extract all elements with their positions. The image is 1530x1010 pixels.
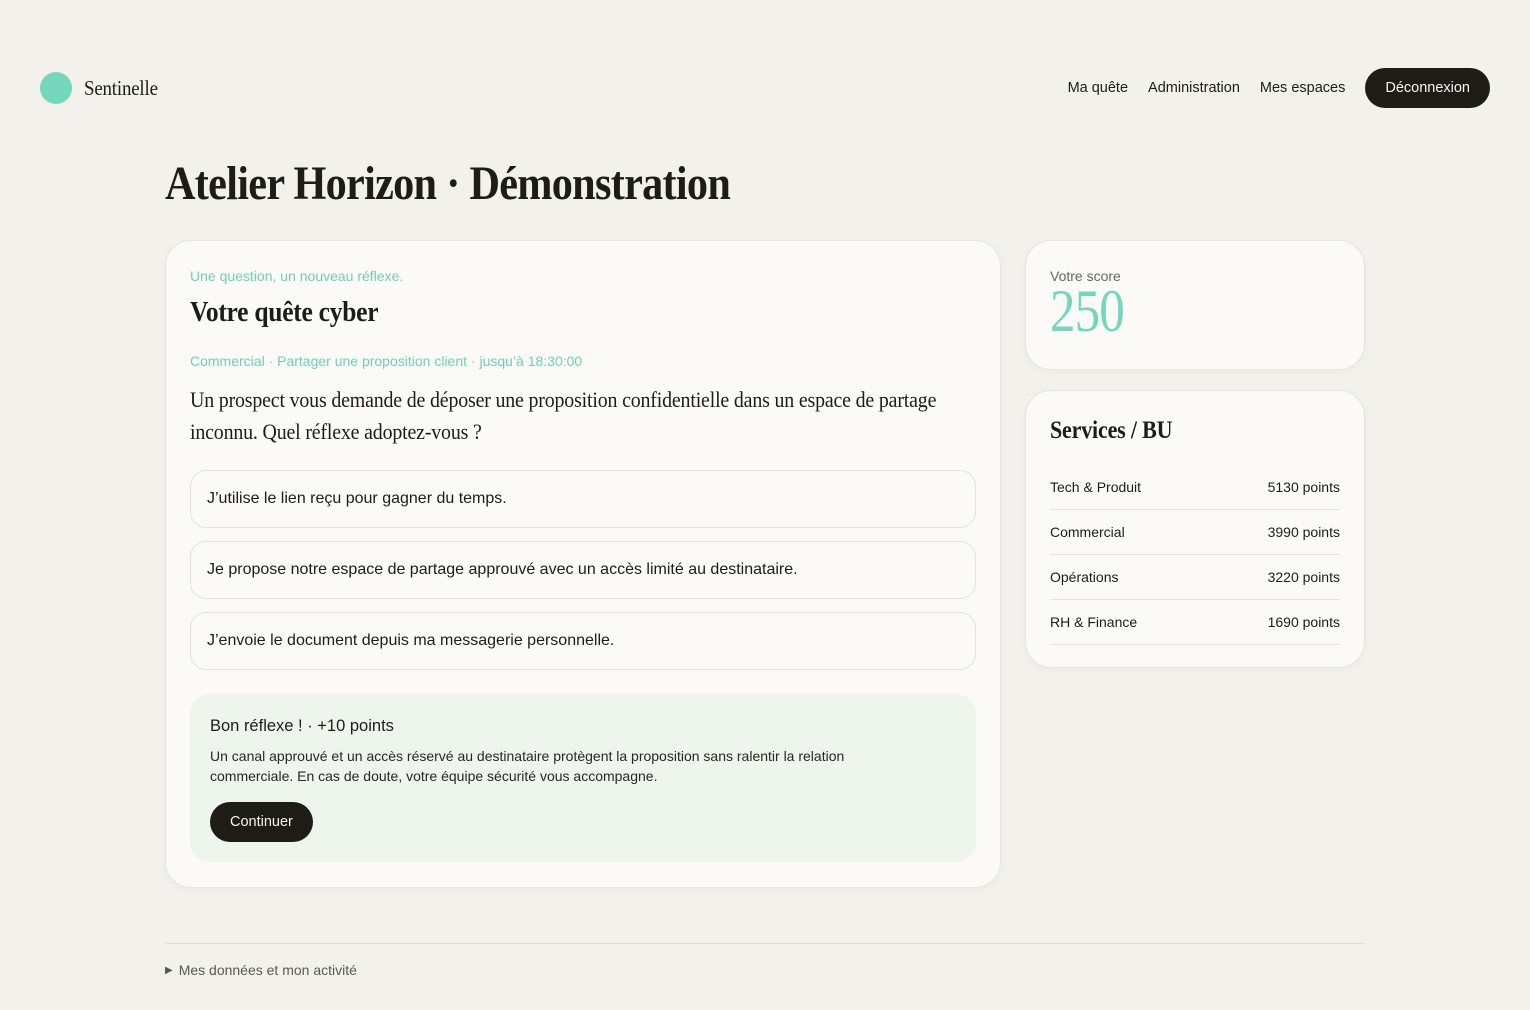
nav-link-administration[interactable]: Administration [1148,80,1240,96]
top-header: Sentinelle Ma quête Administration Mes e… [40,68,1490,108]
brand[interactable]: Sentinelle [40,72,166,104]
bu-list: Tech & Produit 5130 points Commercial 39… [1050,465,1340,645]
nav-link-mes-espaces[interactable]: Mes espaces [1260,80,1345,96]
feedback-title: Bon réflexe ! · +10 points [210,717,394,735]
answer-option-2[interactable]: Je propose notre espace de partage appro… [190,541,976,599]
bu-row: Tech & Produit 5130 points [1050,465,1340,510]
bu-row: RH & Finance 1690 points [1050,600,1340,645]
bu-leaderboard-card: Services / BU Tech & Produit 5130 points… [1025,390,1365,668]
brand-name: Sentinelle [84,75,158,100]
bu-row: Opérations 3220 points [1050,555,1340,600]
answer-option-3[interactable]: J’envoie le document depuis ma messageri… [190,612,976,670]
nav-link-ma-quete[interactable]: Ma quête [1068,80,1128,96]
score-value: 250 [1050,278,1125,344]
score-card: Votre score 250 [1025,240,1365,370]
bu-points: 1690 points [1267,614,1340,630]
answer-option-1[interactable]: J’utilise le lien reçu pour gagner du te… [190,470,976,528]
brand-logo-icon [40,72,72,104]
answer-options: J’utilise le lien reçu pour gagner du te… [190,470,976,670]
bu-points: 3990 points [1267,524,1340,540]
footer-divider [165,943,1365,944]
quest-card: Une question, un nouveau réflexe. Votre … [165,240,1001,888]
quest-eyebrow: Une question, un nouveau réflexe. [190,268,404,284]
bu-name: Opérations [1050,569,1119,585]
bu-name: RH & Finance [1050,614,1138,630]
bu-points: 5130 points [1267,479,1340,495]
my-data-label: Mes données et mon activité [178,962,357,978]
continue-button[interactable]: Continuer [210,802,313,842]
logout-button[interactable]: Déconnexion [1365,68,1490,108]
quest-title: Votre quête cyber [190,296,379,328]
bu-points: 3220 points [1267,569,1340,585]
feedback-text: Un canal approuvé et un accès réservé au… [210,748,845,784]
quest-question: Un prospect vous demande de déposer une … [190,387,937,444]
page-title: Atelier Horizon · Démonstration [165,157,731,210]
triangle-right-icon: ▶ [165,964,173,976]
bu-name: Tech & Produit [1050,479,1142,495]
bu-row: Commercial 3990 points [1050,510,1340,555]
bu-name: Commercial [1050,524,1125,540]
my-data-disclosure[interactable]: ▶ Mes données et mon activité [165,962,357,978]
quest-meta: Commercial · Partager une proposition cl… [190,353,583,369]
bu-title: Services / BU [1050,417,1173,444]
feedback-panel: Bon réflexe ! · +10 points Un canal appr… [190,694,976,862]
main-nav: Ma quête Administration Mes espaces Déco… [1048,68,1490,108]
